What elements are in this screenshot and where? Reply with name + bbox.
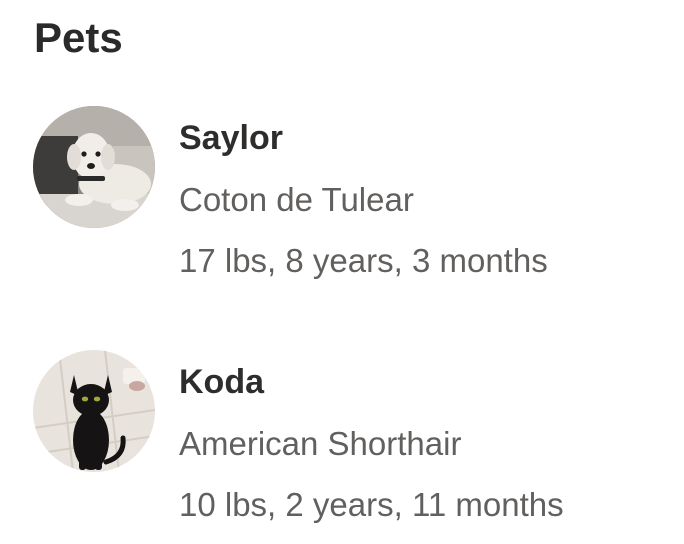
pet-avatar[interactable] bbox=[33, 350, 155, 472]
pet-stats: 10 lbs, 2 years, 11 months bbox=[179, 486, 564, 523]
cat-photo-icon bbox=[33, 350, 155, 472]
dog-photo-icon bbox=[33, 106, 155, 228]
pet-list-item[interactable]: Saylor Coton de Tulear 17 lbs, 8 years, … bbox=[33, 106, 673, 296]
pet-breed: Coton de Tulear bbox=[179, 181, 414, 218]
pet-stats: 17 lbs, 8 years, 3 months bbox=[179, 242, 548, 279]
pet-list-item[interactable]: Koda American Shorthair 10 lbs, 2 years,… bbox=[33, 350, 673, 540]
pet-breed: American Shorthair bbox=[179, 425, 462, 462]
section-title: Pets bbox=[34, 14, 123, 61]
pet-avatar[interactable] bbox=[33, 106, 155, 228]
pet-name: Saylor bbox=[179, 119, 283, 157]
pet-name: Koda bbox=[179, 363, 264, 401]
